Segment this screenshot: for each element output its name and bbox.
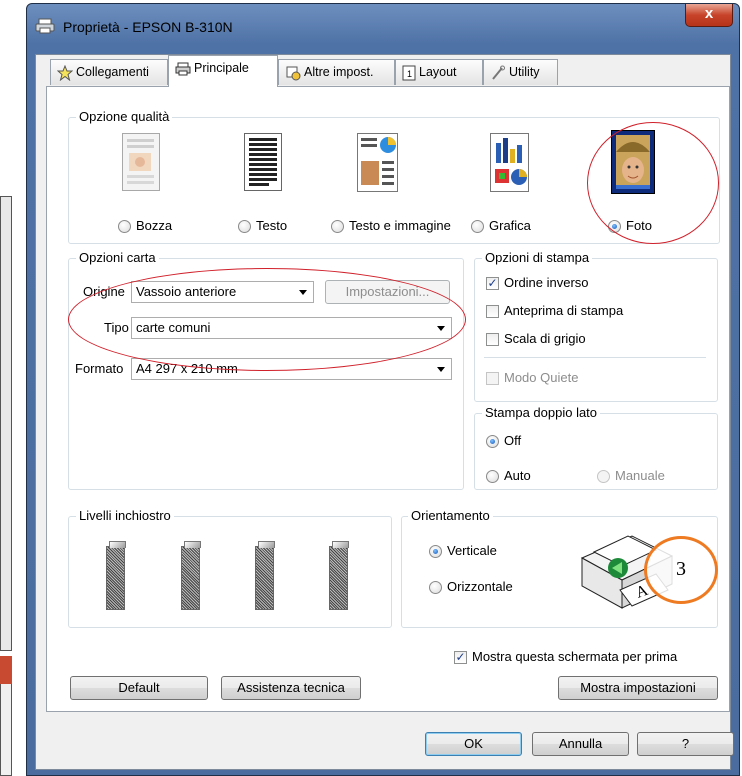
duplex-label-manuale: Manuale xyxy=(615,468,665,483)
tab-label: Principale xyxy=(194,61,249,75)
orientation-radio-verticale[interactable] xyxy=(429,545,442,558)
duplex-radio-off[interactable] xyxy=(486,435,499,448)
quality-label-testo: Testo xyxy=(256,218,288,233)
tab-collegamenti[interactable]: Collegamenti xyxy=(50,59,168,85)
quality-radio-bozza[interactable] xyxy=(118,220,131,233)
cancel-button[interactable]: Annulla xyxy=(532,732,629,756)
duplex-radio-auto[interactable] xyxy=(486,470,499,483)
chevron-down-icon xyxy=(437,367,445,372)
window-title: Proprietà - EPSON B-310N xyxy=(63,19,233,35)
close-icon: x xyxy=(704,5,714,22)
orientation-label-orizzontale: Orizzontale xyxy=(447,579,513,594)
page-layout-icon: 1 xyxy=(402,65,416,81)
orientation-group-label: Orientamento xyxy=(408,509,493,523)
text-image-quality-icon xyxy=(357,133,398,192)
quality-radio-grafica[interactable] xyxy=(471,220,484,233)
wrench-icon xyxy=(492,65,505,80)
reverse-order-checkbox[interactable]: ✓ xyxy=(486,277,499,290)
orientation-radio-orizzontale[interactable] xyxy=(429,581,442,594)
format-label: Formato xyxy=(75,361,124,376)
reverse-order-label: Ordine inverso xyxy=(504,275,589,290)
ink-cartridge-3 xyxy=(255,541,275,610)
printer-title-icon xyxy=(35,18,55,34)
annotation-number: 3 xyxy=(676,558,686,580)
ink-cartridge-1 xyxy=(106,541,126,610)
background-window-fragment xyxy=(0,196,12,651)
grayscale-label: Scala di grigio xyxy=(504,331,586,346)
settings-icon xyxy=(286,66,301,81)
svg-text:1: 1 xyxy=(407,69,412,79)
annotation-ellipse-paper xyxy=(68,268,466,371)
printer-icon xyxy=(175,62,191,76)
tab-layout[interactable]: 1 Layout xyxy=(395,59,483,85)
quality-label-testo-immagine: Testo e immagine xyxy=(349,218,451,233)
tab-label: Utility xyxy=(509,65,540,79)
ink-levels-group-label: Livelli inchiostro xyxy=(76,509,174,523)
text-quality-icon xyxy=(244,133,282,191)
show-settings-button[interactable]: Mostra impostazioni xyxy=(558,676,718,700)
tab-label: Altre impost. xyxy=(304,65,374,79)
graphics-quality-icon xyxy=(490,133,529,192)
ink-cartridge-2 xyxy=(181,541,201,610)
print-preview-label: Anteprima di stampa xyxy=(504,303,624,318)
close-button[interactable]: x xyxy=(685,4,733,27)
quality-radio-testo-immagine[interactable] xyxy=(331,220,344,233)
quality-group-label: Opzione qualità xyxy=(76,110,173,124)
quiet-mode-label: Modo Quiete xyxy=(504,370,579,385)
duplex-label-off: Off xyxy=(504,433,522,448)
ok-button[interactable]: OK xyxy=(425,732,522,756)
quiet-mode-checkbox[interactable] xyxy=(486,372,499,385)
duplex-label-auto: Auto xyxy=(504,468,531,483)
default-button[interactable]: Default xyxy=(70,676,208,700)
grayscale-checkbox[interactable] xyxy=(486,333,499,346)
print-options-divider xyxy=(484,357,706,358)
ink-cartridge-4 xyxy=(329,541,349,610)
help-button[interactable]: ? xyxy=(637,732,734,756)
tab-label: Collegamenti xyxy=(76,65,149,79)
tab-label: Layout xyxy=(419,65,457,79)
quality-label-grafica: Grafica xyxy=(489,218,531,233)
duplex-group-label: Stampa doppio lato xyxy=(482,406,601,420)
tab-principale[interactable]: Principale xyxy=(168,55,278,87)
print-preview-checkbox[interactable] xyxy=(486,305,499,318)
star-icon xyxy=(56,64,74,82)
quality-radio-testo[interactable] xyxy=(238,220,251,233)
paper-options-group-label: Opzioni carta xyxy=(76,251,159,265)
tab-altre-impost[interactable]: Altre impost. xyxy=(278,59,395,85)
orientation-label-verticale: Verticale xyxy=(447,543,497,558)
technical-support-button[interactable]: Assistenza tecnica xyxy=(221,676,361,700)
quality-label-bozza: Bozza xyxy=(136,218,173,233)
show-first-checkbox[interactable]: ✓ xyxy=(454,651,467,664)
tab-utility[interactable]: Utility xyxy=(483,59,558,85)
print-options-group-label: Opzioni di stampa xyxy=(482,251,593,265)
annotation-ellipse-photo xyxy=(587,122,719,244)
background-window-titlebar xyxy=(0,656,12,684)
show-first-label: Mostra questa schermata per prima xyxy=(472,649,678,664)
duplex-radio-manuale[interactable] xyxy=(597,470,610,483)
draft-quality-icon xyxy=(122,133,160,191)
